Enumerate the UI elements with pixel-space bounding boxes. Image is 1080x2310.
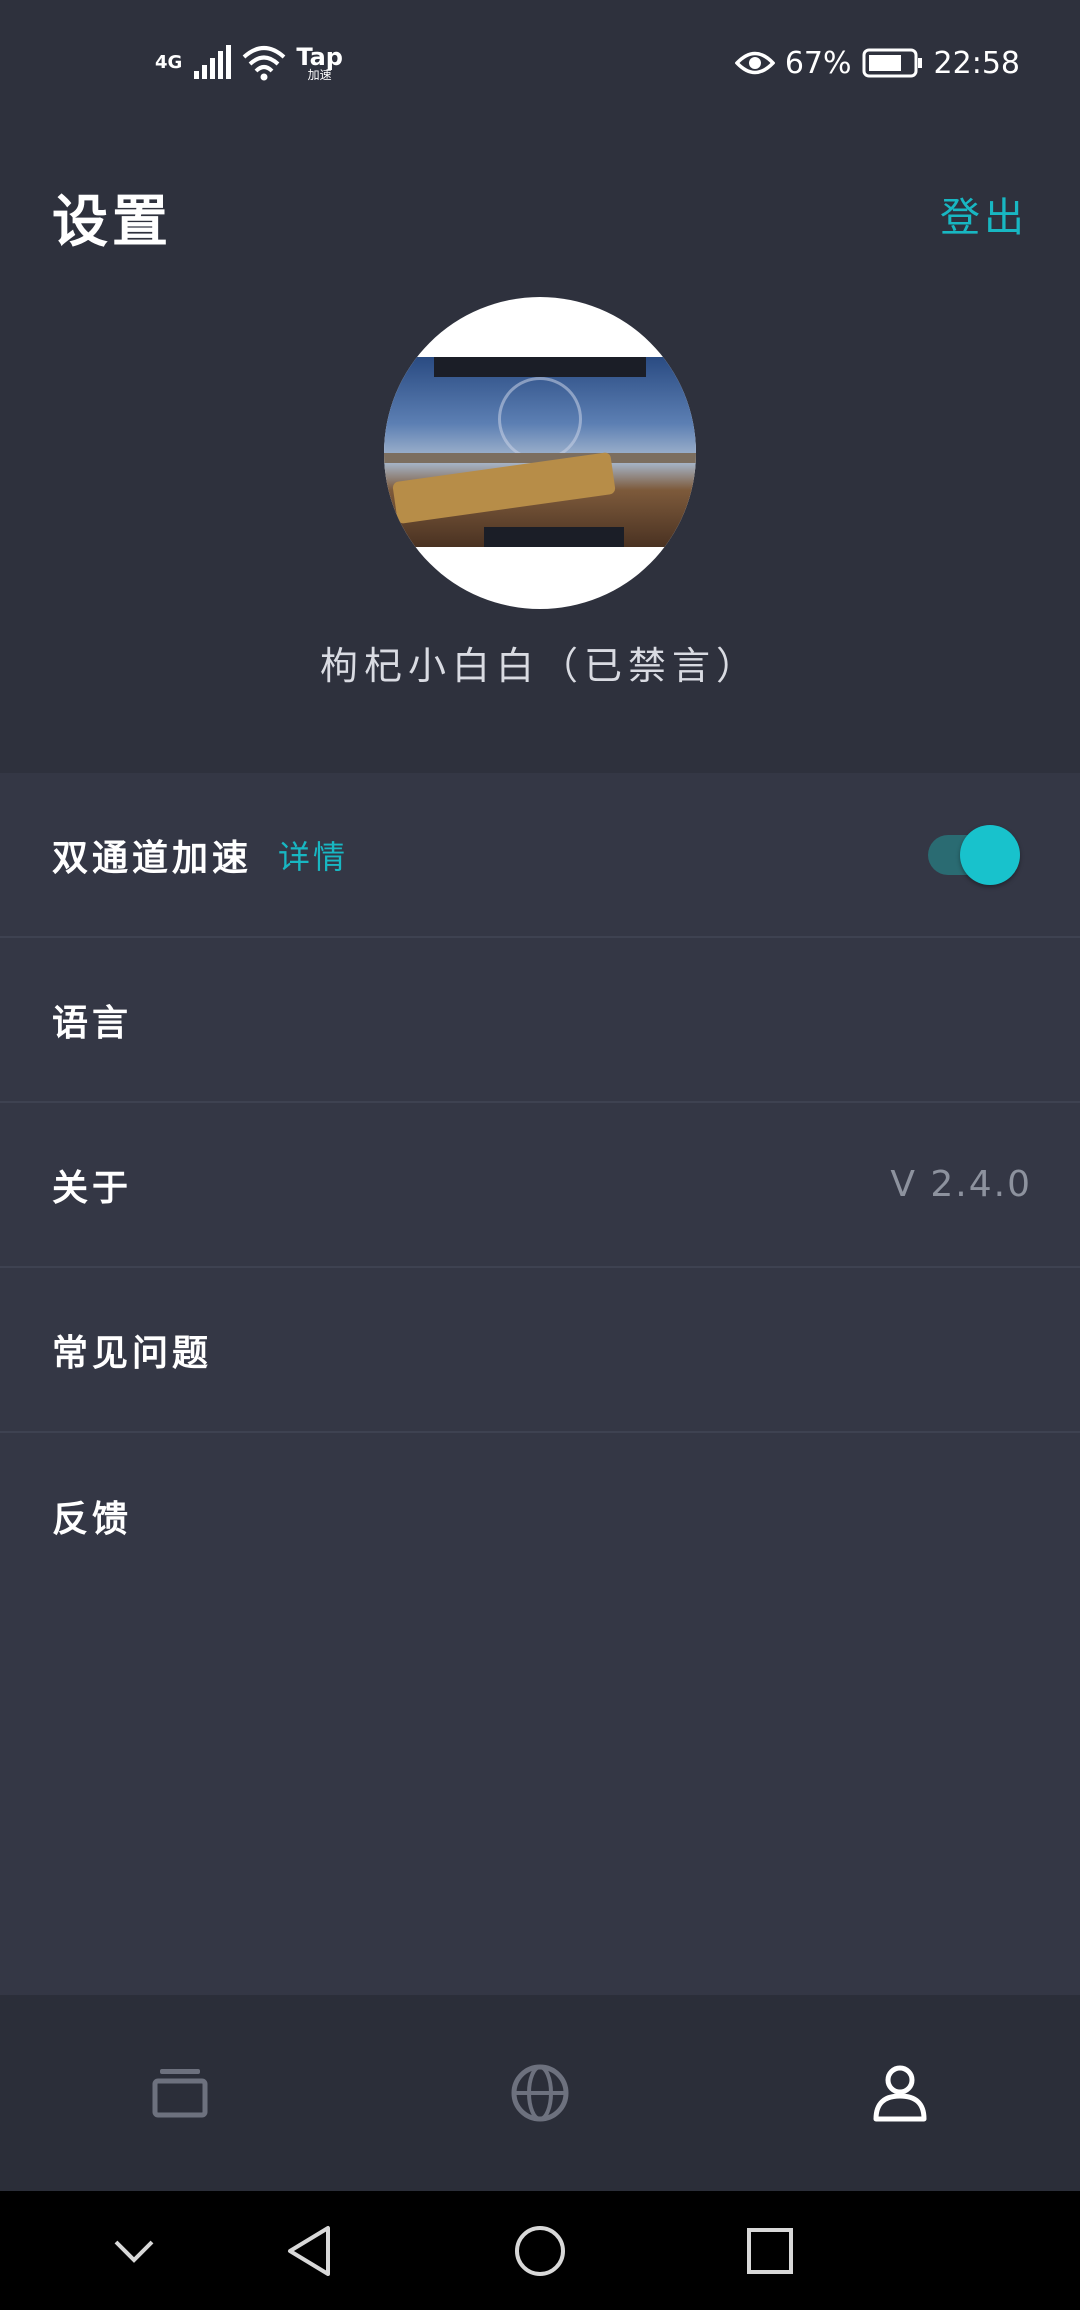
nav-item-cards[interactable]	[80, 2033, 280, 2153]
dual-channel-details-link[interactable]: 详情	[278, 832, 348, 878]
nav-item-profile[interactable]	[800, 2033, 1000, 2153]
status-bar: 4G Tap 加速 67% 22:58	[0, 0, 1080, 125]
signal-icon	[194, 45, 232, 79]
setting-row-feedback[interactable]: 反馈	[0, 1433, 1080, 1598]
setting-row-language[interactable]: 语言	[0, 938, 1080, 1103]
logout-button[interactable]: 登出	[940, 185, 1028, 243]
back-triangle-icon	[288, 2226, 330, 2276]
clock: 22:58	[933, 45, 1020, 81]
back-button[interactable]	[277, 2219, 341, 2283]
person-icon	[873, 2065, 927, 2122]
bottom-nav	[0, 1995, 1080, 2191]
home-circle-icon	[515, 2226, 565, 2276]
wifi-icon	[242, 46, 286, 81]
globe-icon	[511, 2064, 569, 2122]
settings-screen: 4G Tap 加速 67% 22:58 设置 登出 枸杞小白白（已禁言） 双通道…	[0, 0, 1080, 2310]
cards-icon	[152, 2069, 208, 2118]
nav-item-globe[interactable]	[440, 2033, 640, 2153]
about-label: 关于	[52, 1167, 133, 1209]
avatar-chevron-decoration	[498, 377, 582, 461]
eye-comfort-icon	[734, 51, 775, 75]
avatar-hud-bottom	[484, 527, 624, 547]
battery-percent: 67%	[784, 45, 852, 81]
dual-channel-label: 双通道加速	[52, 837, 253, 879]
battery-icon	[862, 48, 922, 78]
network-type: 4G	[155, 52, 183, 73]
feedback-label: 反馈	[52, 1498, 133, 1540]
chevron-down-icon	[114, 2240, 154, 2263]
setting-row-dual-channel: 双通道加速 详情	[0, 773, 1080, 938]
status-right: 67% 22:58	[734, 38, 1020, 88]
collapse-button[interactable]	[102, 2219, 166, 2283]
home-button[interactable]	[508, 2219, 572, 2283]
avatar-hud-top	[434, 357, 646, 377]
avatar[interactable]	[384, 297, 696, 609]
header: 设置 登出	[0, 125, 1080, 285]
setting-row-about[interactable]: 关于 V 2.4.0	[0, 1103, 1080, 1268]
tap-label: Tap	[296, 43, 343, 71]
language-label: 语言	[52, 1002, 133, 1044]
profile-section: 枸杞小白白（已禁言）	[0, 285, 1080, 773]
recents-button[interactable]	[738, 2219, 802, 2283]
toggle-knob	[960, 824, 1020, 885]
username: 枸杞小白白（已禁言）	[319, 644, 760, 688]
tap-accelerator-badge: Tap 加速	[296, 45, 343, 81]
settings-list: 双通道加速 详情 语言 关于 V 2.4.0 常见问题 反馈	[0, 773, 1080, 1995]
tap-sub-label: 加速	[307, 68, 332, 82]
setting-row-faq[interactable]: 常见问题	[0, 1268, 1080, 1433]
page-title: 设置	[52, 190, 172, 255]
status-left: 4G Tap 加速	[155, 38, 343, 88]
app-version: V 2.4.0	[890, 1164, 1032, 1205]
avatar-image	[384, 357, 696, 547]
recents-square-icon	[747, 2228, 793, 2274]
dual-channel-toggle[interactable]	[924, 824, 1020, 885]
faq-label: 常见问题	[52, 1332, 213, 1374]
system-nav-bar	[0, 2191, 1080, 2310]
